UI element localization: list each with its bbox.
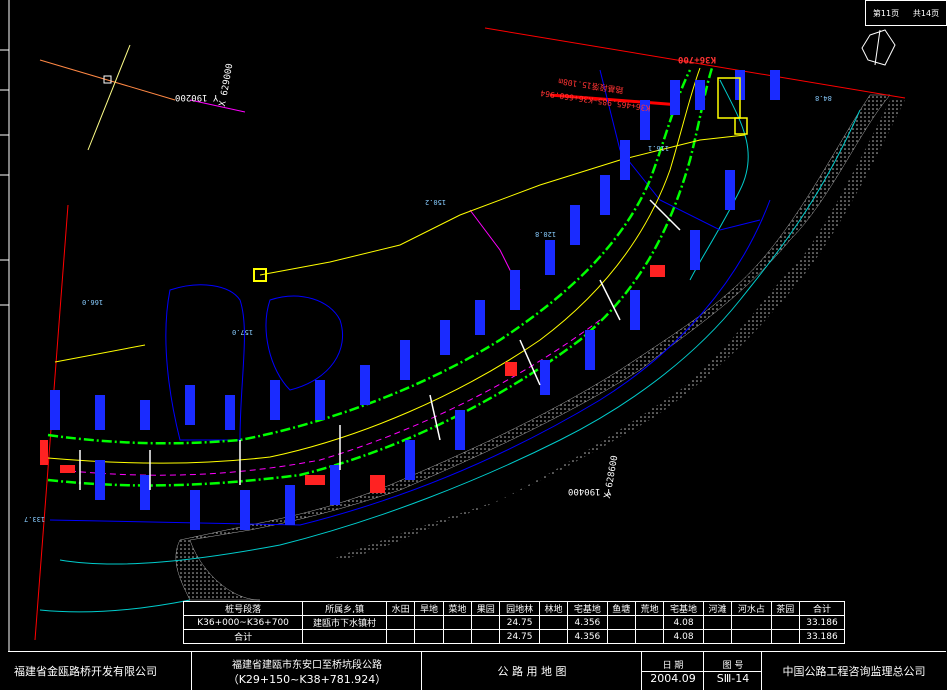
table-cell [538,629,569,644]
table-cell [702,629,733,644]
elevation-label: 133.7 [24,515,46,523]
date-cell: 日 期 2004.09 [641,652,704,690]
table-cell: 林地 [538,601,569,616]
table-cell: 河水占 [731,601,772,616]
table-cell [606,629,636,644]
land-use-map [0,0,906,651]
table-cell [606,615,636,630]
company-right: 中国公路工程咨询监理总公司 [761,652,946,690]
elevation-label: 84.8 [815,94,832,102]
project-name-cell: 福建省建瓯市东安口至桥坑段公路 （K29+150~K38+781.924） [191,652,422,690]
company-left: 福建省金瓯路桥开发有限公司 [14,665,157,678]
drawing-title-cell: 公 路 用 地 图 [421,652,642,690]
table-row-total: 合计 24.75 4.356 4.08 33.186 [182,629,846,644]
drawing-no-value: SⅢ-14 [716,671,750,685]
parcel-labels [50,70,780,530]
table-cell: 4.356 [567,629,608,644]
elevation-label: 157.0 [232,328,254,336]
coord-y-top: Y 190200 [175,92,219,102]
table-cell: 河滩 [702,601,733,616]
table-cell [731,629,772,644]
table-cell: 桩号段落 [182,601,304,616]
table-cell [731,615,772,630]
project-range: （K29+150~K38+781.924） [227,672,387,686]
table-cell [634,615,665,630]
table-cell [414,615,444,630]
title-block: 福建省金瓯路桥开发有限公司 福建省建瓯市东安口至桥坑段公路 （K29+150~K… [8,651,946,690]
table-cell [385,615,416,630]
parcel-b [265,295,344,391]
table-cell [770,629,800,644]
table-cell: 鱼塘 [606,601,636,616]
table-cell: 24.75 [499,629,540,644]
table-cell: 33.186 [798,629,846,644]
sheet-number: 第11页 [872,8,900,18]
drawing-no-cell: 图 号 SⅢ-14 [703,652,762,690]
table-cell: 24.75 [499,615,540,630]
elevation-label: 150.2 [425,198,447,206]
table-cell: 4.08 [663,629,704,644]
drawing-no-label: 图 号 [704,658,762,672]
table-cell: 菜地 [442,601,473,616]
table-cell [385,629,416,644]
table-cell: 33.186 [798,615,846,630]
table-cell [414,629,444,644]
table-cell [538,615,569,630]
alignment-magenta [59,319,601,476]
elevation-label: 166.0 [82,298,104,306]
table-cell: 合计 [182,629,304,644]
river-shore [330,100,905,560]
table-cell: 合计 [798,601,846,616]
elevation-label: 116.1 [648,144,670,152]
table-cell: 茶园 [770,601,800,616]
north-arrow-icon [861,29,896,66]
table-cell: K36+000~K36+700 [182,615,304,630]
table-cell: 所属乡,镇 [302,601,387,616]
table-cell [442,615,473,630]
project-name: 福建省建瓯市东安口至桥坑段公路 [232,659,382,671]
sheet-number-box: 第11页 共14页 [865,0,947,26]
table-header-row: 桩号段落 所属乡,镇 水田 旱地 菜地 果园 园地林 林地 宅基地 鱼塘 荒地 宅基地 河滩 河水占 茶园合… [182,601,846,616]
date-label: 日 期 [642,658,704,672]
table-cell: 4.08 [663,615,704,630]
table-row: K36+000~K36+700 建瓯市下水镇村 24.75 4.356 4.08 33.1… [182,615,846,630]
table-cell [702,615,733,630]
table-cell: 4.356 [567,615,608,630]
table-cell [442,629,473,644]
table-cell [302,629,387,644]
table-cell [471,615,501,630]
table-cell: 水田 [385,601,416,616]
table-cell: 荒地 [634,601,665,616]
drawing-title: 公 路 用 地 图 [497,665,567,678]
table-cell [471,629,501,644]
land-summary-table: 桩号段落 所属乡,镇 水田 旱地 菜地 果园 园地林 林地 宅基地 鱼塘 荒地 宅基地 河滩 河水占 茶园合… [182,601,846,644]
elevation-label: 120.8 [535,230,557,238]
table-cell [770,615,800,630]
table-cell: 园地林 [499,601,540,616]
sheet-total: 共14页 [912,8,940,18]
table-cell: 果园 [471,601,501,616]
table-cell: 建瓯市下水镇村 [302,615,387,630]
date-value: 2004.09 [650,671,696,685]
station-label: K36+700 [678,54,716,64]
table-cell [634,629,665,644]
table-cell: 旱地 [414,601,444,616]
table-cell: 宅基地 [567,601,608,616]
coord-y-bottom: Y 190400 [568,486,612,496]
table-cell: 宅基地 [663,601,704,616]
